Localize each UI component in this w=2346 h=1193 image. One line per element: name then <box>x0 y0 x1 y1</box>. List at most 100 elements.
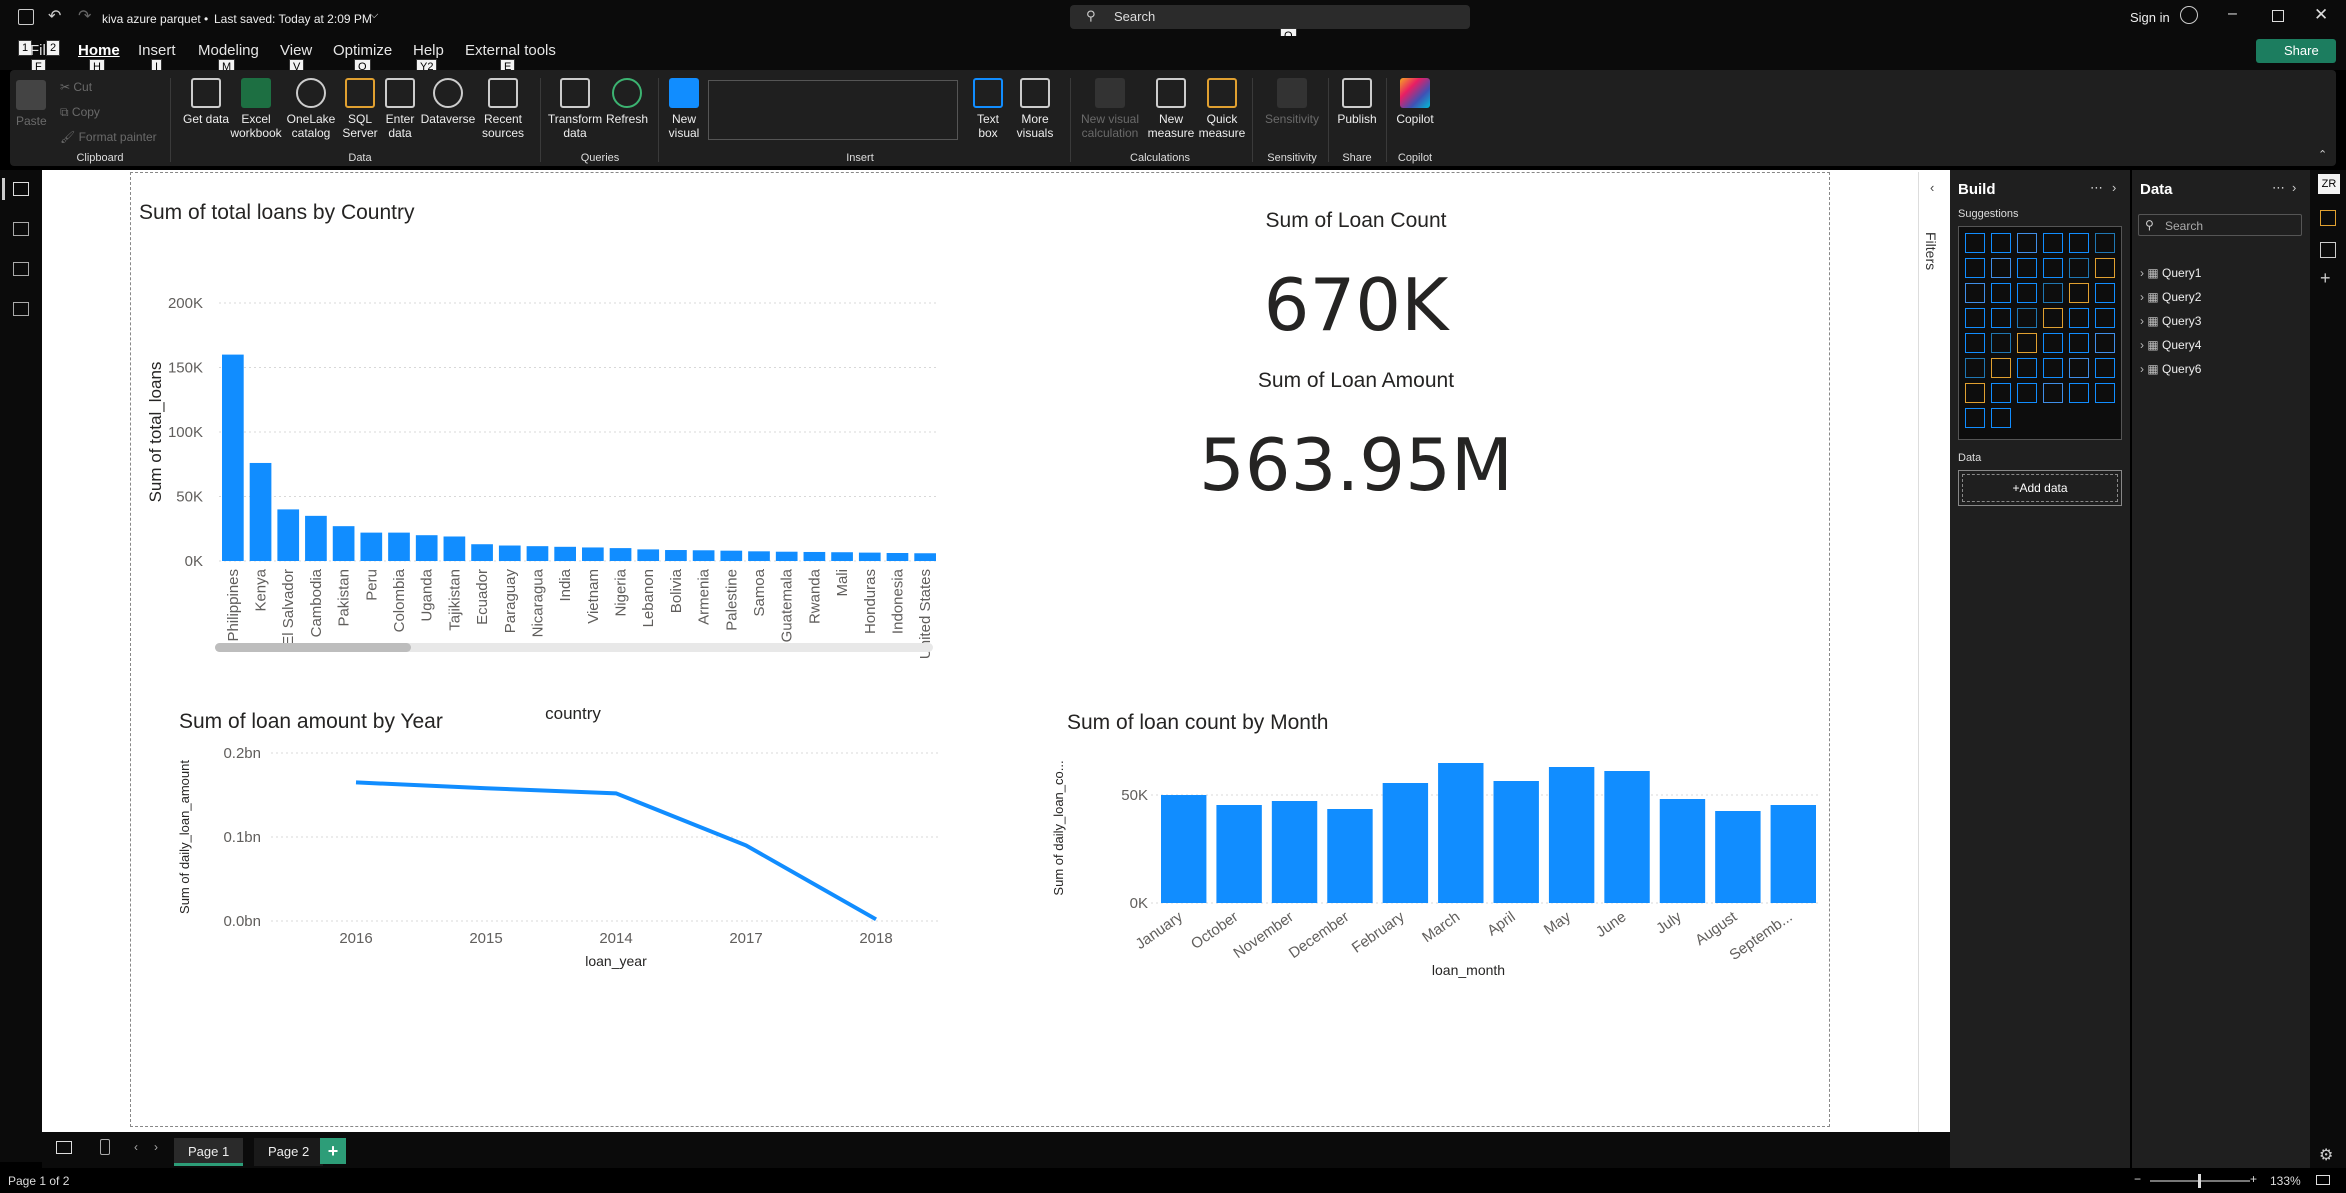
transform-data-button[interactable]: Transform data <box>545 78 605 140</box>
visual-type-icon[interactable] <box>2043 233 2063 253</box>
dax-query-view-icon[interactable] <box>13 302 29 316</box>
visual-type-icon[interactable] <box>1991 333 2011 353</box>
menu-optimize[interactable]: Optimize <box>333 42 392 59</box>
more-visuals-button[interactable]: More visuals <box>1010 78 1060 140</box>
visual-type-icon[interactable] <box>2043 333 2063 353</box>
visualization-gallery[interactable] <box>1958 226 2122 440</box>
paste-button[interactable]: Paste <box>16 80 47 128</box>
chevron-left-icon[interactable]: ‹ <box>1930 180 1934 195</box>
chevron-right-icon[interactable]: › <box>2112 180 2116 195</box>
visual-type-icon[interactable] <box>1965 283 1985 303</box>
visual-gallery[interactable] <box>708 80 958 140</box>
query-item[interactable]: › ▦ Query4 <box>2140 338 2201 352</box>
visual-type-icon[interactable] <box>2017 283 2037 303</box>
visual-type-icon[interactable] <box>2095 358 2115 378</box>
visual-type-icon[interactable] <box>2017 258 2037 278</box>
scrollbar-track[interactable] <box>215 643 933 652</box>
visual-type-icon[interactable] <box>1965 258 1985 278</box>
onelake-catalog-button[interactable]: OneLake catalog <box>283 78 339 140</box>
year-chart[interactable]: 0.2bn 0.1bn 0.0bn 2016 2015 2014 2017 2018 Sum o… <box>161 733 961 993</box>
visual-type-icon[interactable] <box>2043 358 2063 378</box>
copy-button[interactable]: ⧉ Copy <box>60 105 100 119</box>
visual-type-icon[interactable] <box>1991 283 2011 303</box>
more-options-icon[interactable]: ⋯ <box>2090 180 2103 196</box>
prev-page-icon[interactable]: ‹ <box>134 1140 138 1154</box>
chevron-down-icon[interactable]: ⌵ <box>370 9 378 22</box>
query-item[interactable]: › ▦ Query6 <box>2140 362 2201 376</box>
visual-type-icon[interactable] <box>2043 383 2063 403</box>
format-painter-button[interactable]: 🖌 Format painter <box>60 130 157 144</box>
data-pane-icon[interactable] <box>2320 210 2336 226</box>
sql-server-button[interactable]: SQL Server <box>338 78 382 140</box>
copilot-button[interactable]: Copilot <box>1390 78 1440 126</box>
add-pane-icon[interactable]: + <box>2320 268 2331 289</box>
visual-type-icon[interactable] <box>2017 358 2037 378</box>
zoom-slider[interactable] <box>2150 1174 2250 1188</box>
visual-type-icon[interactable] <box>1965 383 1985 403</box>
chevron-right-icon[interactable]: › <box>2292 180 2296 195</box>
avatar-icon[interactable] <box>2180 6 2198 24</box>
visual-type-icon[interactable] <box>2095 383 2115 403</box>
visual-type-icon[interactable] <box>2069 233 2089 253</box>
zoom-out-icon[interactable]: − <box>2134 1172 2141 1186</box>
close-icon[interactable]: ✕ <box>2314 5 2328 25</box>
visual-type-icon[interactable] <box>2069 283 2089 303</box>
refresh-button[interactable]: Refresh <box>602 78 652 126</box>
model-view-icon[interactable] <box>13 262 29 276</box>
search-box[interactable]: ⚲ Search <box>1070 5 1470 29</box>
visual-type-icon[interactable] <box>2017 308 2037 328</box>
visual-type-icon[interactable] <box>2069 358 2089 378</box>
redo-icon[interactable]: ↷ <box>78 6 91 26</box>
visual-type-icon[interactable] <box>2095 233 2115 253</box>
filters-pane[interactable]: ‹ Filters <box>1918 172 1950 1132</box>
visual-type-icon[interactable] <box>2043 258 2063 278</box>
menu-insert[interactable]: Insert <box>138 42 176 59</box>
query-item[interactable]: › ▦ Query1 <box>2140 266 2201 280</box>
add-page-button[interactable]: + <box>320 1138 346 1164</box>
visual-type-icon[interactable] <box>1965 233 1985 253</box>
minimize-icon[interactable]: – <box>2228 5 2237 23</box>
undo-icon[interactable]: ↶ <box>48 6 61 26</box>
visual-type-icon[interactable] <box>1991 308 2011 328</box>
quick-measure-button[interactable]: Quick measure <box>1194 78 1250 140</box>
visual-type-icon[interactable] <box>2043 308 2063 328</box>
visual-type-icon[interactable] <box>1991 258 2011 278</box>
zoom-slider-thumb[interactable] <box>2198 1174 2201 1188</box>
visual-type-icon[interactable] <box>1965 333 1985 353</box>
query-item[interactable]: › ▦ Query3 <box>2140 314 2201 328</box>
maximize-icon[interactable] <box>2272 10 2284 22</box>
visual-type-icon[interactable] <box>2069 308 2089 328</box>
get-data-button[interactable]: Get data <box>178 78 234 126</box>
visual-type-icon[interactable] <box>1991 408 2011 428</box>
data-search-input[interactable]: ⚲ Search <box>2138 214 2302 236</box>
collapse-ribbon-icon[interactable]: ⌃ <box>2318 148 2327 161</box>
visual-type-icon[interactable] <box>2043 283 2063 303</box>
share-button[interactable]: Share <box>2256 39 2336 63</box>
visual-type-icon[interactable] <box>2095 283 2115 303</box>
fit-page-icon[interactable] <box>2316 1175 2330 1185</box>
visual-type-icon[interactable] <box>1965 408 1985 428</box>
visual-type-icon[interactable] <box>2017 333 2037 353</box>
visual-type-icon[interactable] <box>2069 258 2089 278</box>
menu-view[interactable]: View <box>280 42 312 59</box>
query-item[interactable]: › ▦ Query2 <box>2140 290 2201 304</box>
visual-type-icon[interactable] <box>1991 358 2011 378</box>
menu-home[interactable]: Home <box>78 42 120 59</box>
visual-type-icon[interactable] <box>2017 233 2037 253</box>
signin-link[interactable]: Sign in <box>2130 10 2170 25</box>
table-view-icon[interactable] <box>13 222 29 236</box>
visual-type-icon[interactable] <box>2069 383 2089 403</box>
visual-type-icon[interactable] <box>2095 308 2115 328</box>
dataverse-button[interactable]: Dataverse <box>418 78 478 126</box>
scrollbar-thumb[interactable] <box>215 643 411 652</box>
new-measure-button[interactable]: New measure <box>1146 78 1196 140</box>
settings-icon[interactable]: ⚙ <box>2319 1145 2333 1165</box>
menu-external-tools[interactable]: External tools <box>465 42 556 59</box>
filters-label[interactable]: Filters <box>1923 232 1939 270</box>
next-page-icon[interactable]: › <box>154 1140 158 1154</box>
mobile-layout-icon[interactable] <box>100 1139 110 1155</box>
more-options-icon[interactable]: ⋯ <box>2272 180 2285 196</box>
format-pane-icon[interactable] <box>2320 242 2336 258</box>
visual-type-icon[interactable] <box>2095 258 2115 278</box>
new-visual-calculation-button[interactable]: New visual calculation <box>1070 78 1150 140</box>
